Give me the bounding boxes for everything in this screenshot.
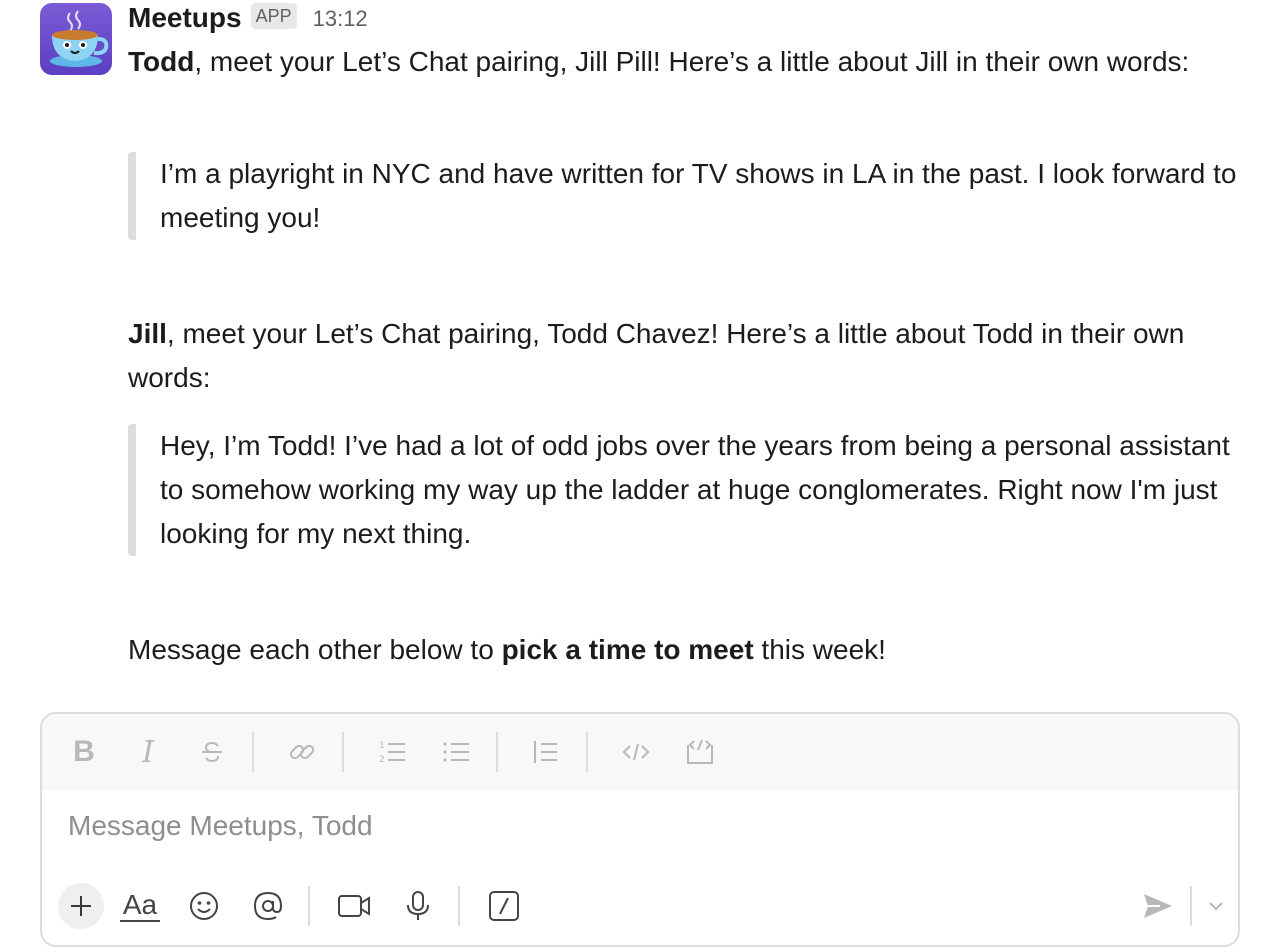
strikethrough-icon[interactable] — [196, 736, 228, 768]
blockquote-icon[interactable] — [530, 736, 562, 768]
microphone-icon[interactable] — [398, 886, 438, 926]
code-block-icon[interactable] — [684, 736, 716, 768]
closing-paragraph: Message each other below to pick a time … — [128, 628, 1248, 672]
app-avatar[interactable] — [40, 3, 112, 75]
slash-command-icon[interactable] — [484, 886, 524, 926]
actions-divider — [308, 886, 310, 926]
toolbar-divider — [496, 732, 498, 772]
jill-name: Jill — [128, 318, 167, 349]
formatting-toolbar: B I 12 — [42, 714, 1238, 790]
svg-text:1: 1 — [379, 741, 385, 751]
send-icon[interactable] — [1138, 886, 1178, 926]
italic-glyph: I — [142, 734, 154, 770]
svg-text:2: 2 — [379, 755, 385, 765]
todd-quote-text: Hey, I’m Todd! I’ve had a lot of odd job… — [160, 430, 1230, 549]
message-timestamp[interactable]: 13:12 — [313, 6, 368, 32]
message-input-placeholder: Message Meetups, Todd — [68, 810, 373, 841]
message-header: Meetups APP 13:12 — [128, 0, 368, 36]
app-badge: APP — [250, 3, 297, 29]
send-divider — [1190, 886, 1192, 926]
link-icon[interactable] — [286, 736, 318, 768]
chevron-down-icon[interactable] — [1204, 886, 1228, 926]
todd-intro-text: , meet your Let’s Chat pairing, Jill Pil… — [194, 46, 1190, 77]
app-name[interactable]: Meetups — [128, 2, 242, 34]
italic-icon[interactable]: I — [132, 734, 164, 770]
text-format-icon[interactable]: Aa — [120, 886, 160, 926]
bulleted-list-icon[interactable] — [440, 736, 472, 768]
todd-name: Todd — [128, 46, 195, 77]
composer-actions: Aa — [58, 882, 1228, 930]
actions-divider — [458, 886, 460, 926]
emoji-icon[interactable] — [184, 886, 224, 926]
jill-quote-text: I’m a playright in NYC and have written … — [160, 158, 1237, 233]
teacup-logo-icon — [40, 3, 112, 75]
toolbar-divider — [586, 732, 588, 772]
closing-before: Message each other below to — [128, 634, 502, 665]
message-input[interactable]: Message Meetups, Todd — [68, 810, 1208, 842]
bold-glyph: B — [73, 735, 95, 768]
message-composer: B I 12 Message Meetups, Todd Aa — [40, 712, 1240, 947]
send-controls — [1138, 882, 1228, 930]
plus-icon[interactable] — [58, 883, 104, 929]
todd-quote: Hey, I’m Todd! I’ve had a lot of odd job… — [128, 424, 1248, 556]
closing-bold: pick a time to meet — [501, 634, 754, 665]
toolbar-divider — [252, 732, 254, 772]
jill-intro-text: , meet your Let’s Chat pairing, Todd Cha… — [128, 318, 1185, 393]
closing-after: this week! — [753, 634, 886, 665]
ordered-list-icon[interactable]: 12 — [376, 736, 408, 768]
jill-intro-paragraph: Jill, meet your Let’s Chat pairing, Todd… — [128, 312, 1248, 400]
code-icon[interactable] — [620, 736, 652, 768]
toolbar-divider — [342, 732, 344, 772]
video-icon[interactable] — [334, 886, 374, 926]
todd-intro-paragraph: Todd, meet your Let’s Chat pairing, Jill… — [128, 40, 1248, 84]
text-format-glyph: Aa — [122, 889, 158, 920]
bold-icon[interactable]: B — [68, 735, 100, 768]
mention-icon[interactable] — [248, 886, 288, 926]
jill-quote: I’m a playright in NYC and have written … — [128, 152, 1248, 240]
